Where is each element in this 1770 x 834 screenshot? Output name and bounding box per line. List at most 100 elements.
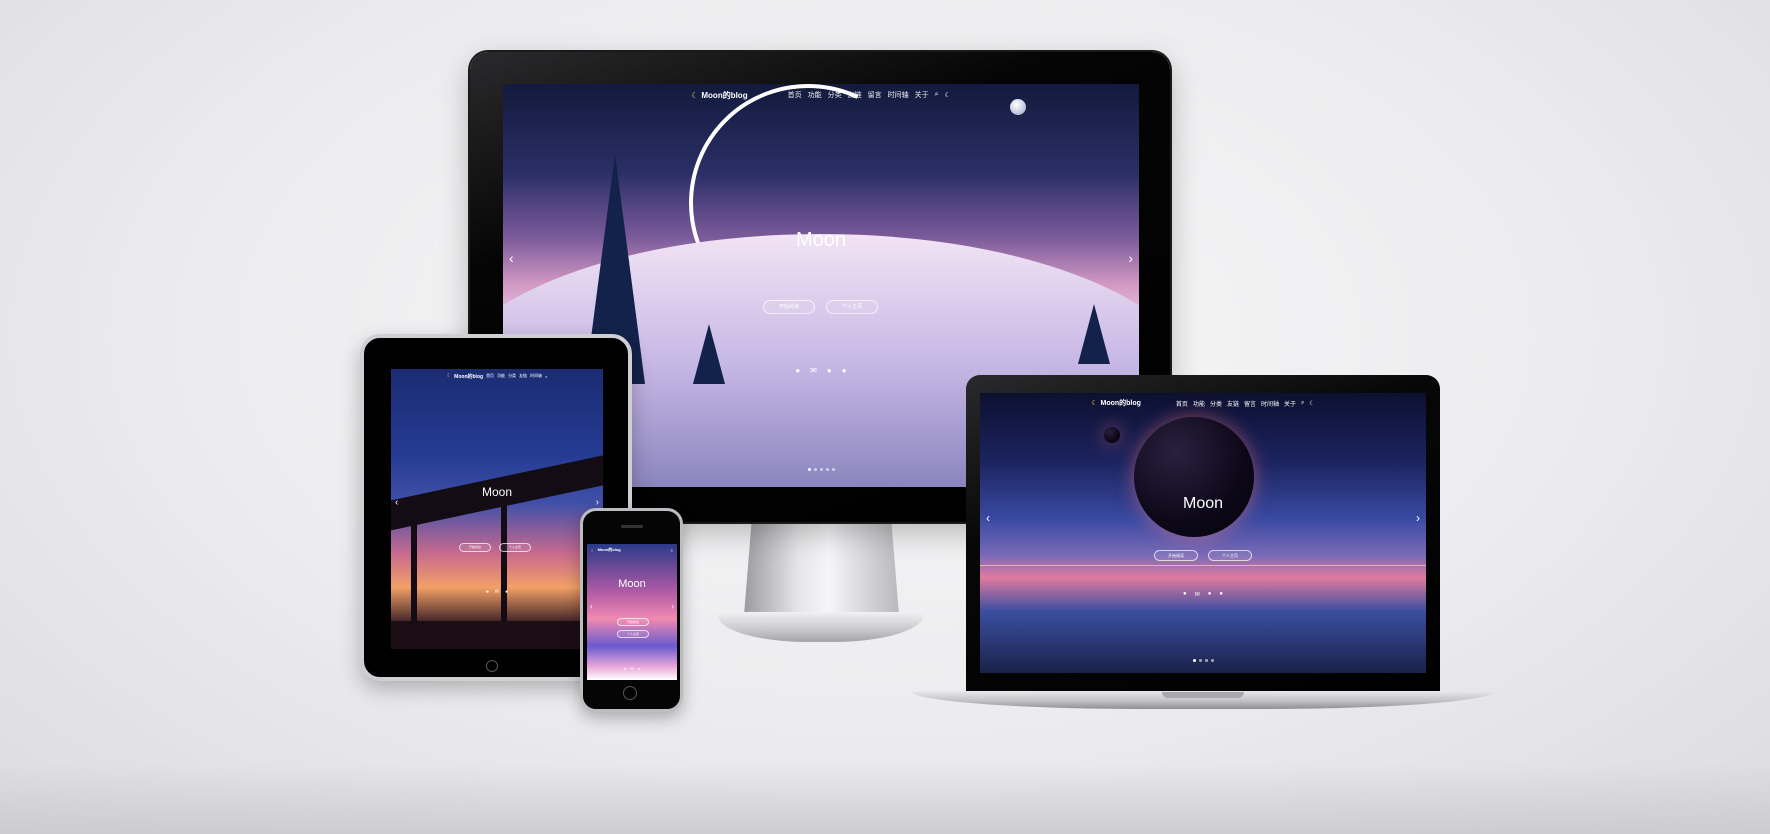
carousel-dot[interactable] [1210,659,1214,662]
site-logo[interactable]: ☾ Moon的blog [691,90,747,101]
start-reading-button[interactable]: 开始阅读 [1154,550,1198,561]
wechat-icon[interactable]: ● [1219,591,1223,598]
chevron-right-icon[interactable]: › [671,602,674,611]
carousel-dot[interactable] [831,468,835,471]
nav-item-timeline[interactable]: 时间轴 [530,373,542,379]
hero-title: Moon [618,578,646,590]
qq-icon[interactable]: ● [638,666,640,671]
github-icon[interactable]: ● [624,666,626,671]
site-navbar: ☾ Moon的blog 首页 功能 分类 友链 留言 时间轴 关于 ⌕ ☾ [503,88,1139,102]
nav-item-timeline[interactable]: 时间轴 [1261,399,1279,408]
nav-item-friends[interactable]: 友链 [848,90,862,100]
mail-icon[interactable]: ✉ [630,666,633,671]
start-reading-button[interactable]: 开始阅读 [763,300,815,314]
crescent-moon-icon: ☾ [691,90,699,100]
theme-toggle-icon[interactable]: ☾ [1309,400,1314,407]
nav-item-timeline[interactable]: 时间轴 [888,90,909,100]
nav-item-messages[interactable]: 留言 [868,90,882,100]
nav-item-messages[interactable]: 留言 [1244,399,1256,408]
homepage-button[interactable]: 个人主页 [617,630,649,638]
mail-icon[interactable]: ✉ [495,589,499,595]
carousel-dot[interactable] [819,468,823,471]
smartphone: ☾ Moon的blog ≡ Moon ‹ › 开始阅读 个人主页 ● ✉ ● [580,508,683,712]
site-navbar: ☾ Moon的blog ≡ [587,546,677,554]
theme-toggle-icon[interactable]: ☾ [945,91,951,99]
carousel-indicators [980,659,1426,662]
home-button[interactable] [486,660,498,672]
nav-item-features[interactable]: 功能 [808,90,822,100]
mail-icon[interactable]: ✉ [1195,591,1200,598]
nav-item-home[interactable]: 首页 [788,90,802,100]
social-links: ● ✉ ● ● [980,591,1426,598]
ground [391,621,603,649]
carousel-dot[interactable] [1198,659,1202,662]
search-icon[interactable]: ⌕ [1301,400,1304,407]
homepage-button[interactable]: 个人主页 [1208,550,1252,561]
start-reading-button[interactable]: 开始阅读 [459,543,491,552]
nav-item-features[interactable]: 功能 [1193,399,1205,408]
nav-item-friends[interactable]: 友链 [1227,399,1239,408]
crescent-moon-icon: ☾ [591,547,595,553]
laptop: ☾ Moon的blog 首页 功能 分类 友链 留言 时间轴 关于 ⌕ ☾ Mo… [966,375,1440,693]
chevron-left-icon[interactable]: ‹ [986,511,990,525]
phone-speaker [621,525,643,528]
homepage-button[interactable]: 个人主页 [826,300,878,314]
chevron-left-icon[interactable]: ‹ [509,250,514,266]
qq-icon[interactable]: ● [827,366,832,375]
search-icon[interactable]: ⌕ [935,91,939,99]
chevron-left-icon[interactable]: ‹ [590,602,593,611]
shelter-pillar [411,507,417,627]
hero-background [587,544,677,680]
chevron-right-icon[interactable]: › [1128,250,1133,266]
nav-item-features[interactable]: 功能 [497,373,505,379]
monitor-stand [744,520,899,615]
nav-item-categories[interactable]: 分类 [508,373,516,379]
home-button[interactable] [623,686,637,700]
qq-icon[interactable]: ● [1208,591,1212,598]
nav-item-home[interactable]: 首页 [486,373,494,379]
pine-tree [1078,304,1110,364]
carousel-dot[interactable] [1192,659,1196,662]
nav-item-home[interactable]: 首页 [1176,399,1188,408]
hero-title: Moon [795,229,847,251]
homepage-button[interactable]: 个人主页 [499,543,531,552]
nav-item-friends[interactable]: 友链 [519,373,527,379]
nav-item-categories[interactable]: 分类 [828,90,842,100]
nav-item-categories[interactable]: 分类 [1210,399,1222,408]
laptop-screen: ☾ Moon的blog 首页 功能 分类 友链 留言 时间轴 关于 ⌕ ☾ Mo… [980,393,1426,673]
wechat-icon[interactable]: ● [842,366,847,375]
laptop-notch [1162,692,1244,698]
site-logo[interactable]: ☾ Moon的blog [591,547,621,553]
social-links: ● ✉ ● [587,666,677,671]
carousel-dot[interactable] [813,468,817,471]
site-navbar: ☾ Moon的blog 首页 功能 分类 友链 时间轴 ⌕ [391,371,603,381]
crescent-moon-icon: ☾ [1091,400,1098,407]
background-floor [0,764,1770,834]
start-reading-button[interactable]: 开始阅读 [617,618,649,626]
chevron-right-icon[interactable]: › [596,497,599,508]
carousel-dot[interactable] [825,468,829,471]
site-logo[interactable]: ☾ Moon的blog [447,373,483,380]
planet-small [1104,427,1120,443]
nav-item-about[interactable]: 关于 [1284,399,1296,408]
github-icon[interactable]: ● [486,589,489,595]
tablet-screen: ☾ Moon的blog 首页 功能 分类 友链 时间轴 ⌕ Moon ‹ › 开… [391,369,603,649]
github-icon[interactable]: ● [1183,591,1187,598]
search-icon[interactable]: ⌕ [545,374,547,379]
mail-icon[interactable]: ✉ [810,366,817,375]
qq-icon[interactable]: ● [505,589,508,595]
site-navbar: ☾ Moon的blog 首页 功能 分类 友链 留言 时间轴 关于 ⌕ ☾ [980,397,1426,409]
site-logo[interactable]: ☾ Moon的blog [1091,398,1141,408]
chevron-right-icon[interactable]: › [1416,511,1420,525]
crescent-moon-icon: ☾ [446,373,452,379]
shelter-pillar [501,497,507,627]
monitor-stand-base [718,612,923,642]
menu-icon[interactable]: ≡ [671,548,673,553]
horizon-line [980,565,1426,566]
github-icon[interactable]: ● [795,366,800,375]
carousel-dot[interactable] [807,468,811,471]
nav-item-about[interactable]: 关于 [915,90,929,100]
carousel-dot[interactable] [1204,659,1208,662]
phone-screen: ☾ Moon的blog ≡ Moon ‹ › 开始阅读 个人主页 ● ✉ ● [587,544,677,680]
chevron-left-icon[interactable]: ‹ [395,497,398,508]
